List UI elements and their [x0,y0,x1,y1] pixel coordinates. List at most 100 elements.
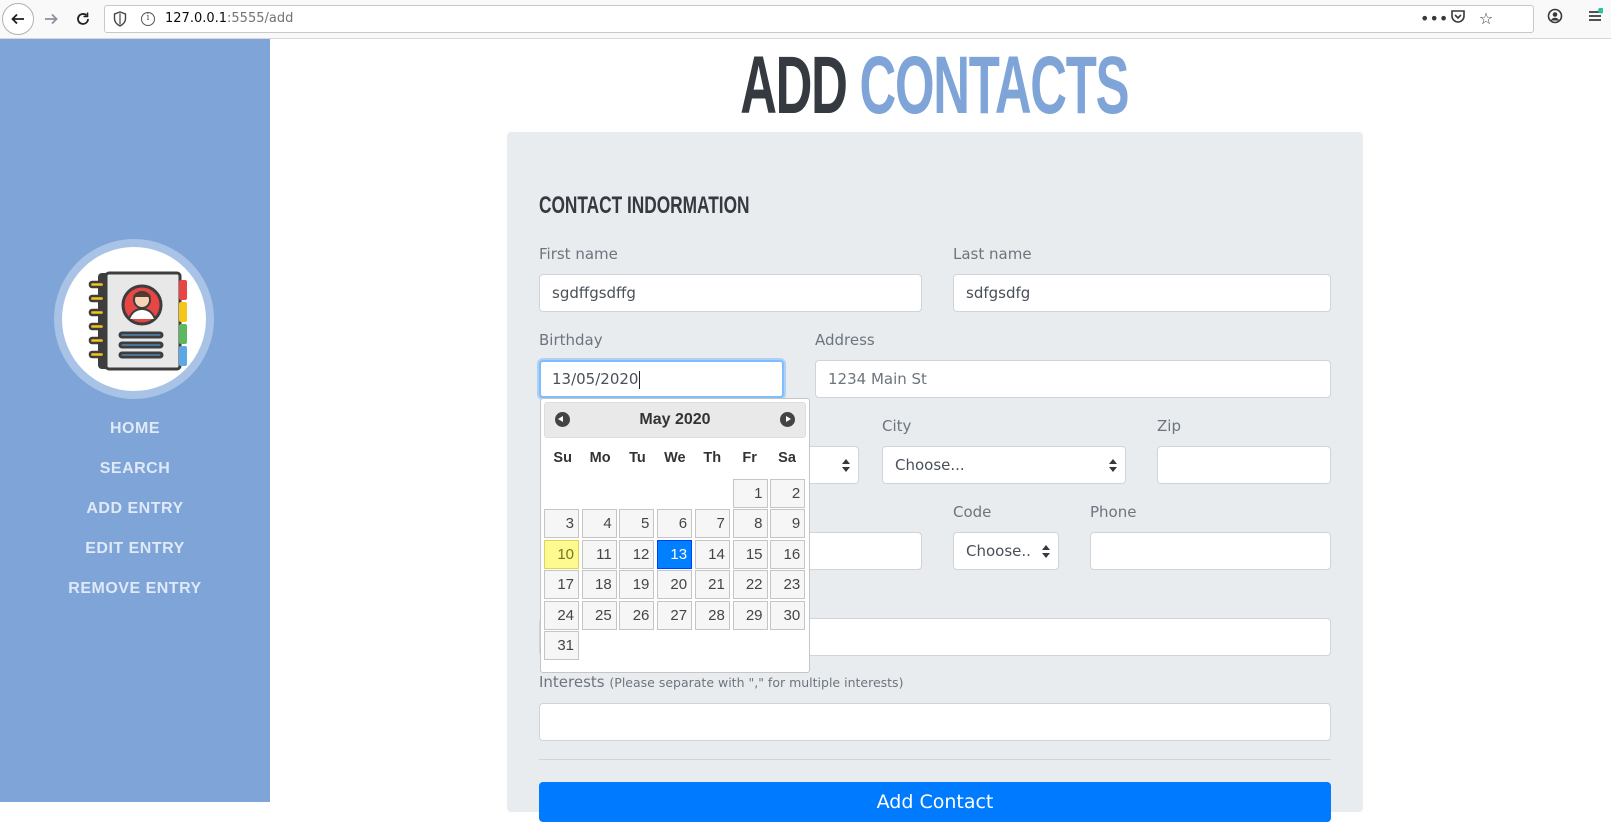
page-title-part2: CONTACTS [859,40,1130,131]
select-arrow-icon [842,459,850,473]
add-contact-button[interactable]: Add Contact [539,782,1331,822]
datepicker-day[interactable]: 5 [619,509,655,539]
first-name-field[interactable]: sgdffgsdffg [539,274,922,312]
next-month-icon[interactable] [780,412,795,427]
address-field[interactable]: 1234 Main St [815,360,1331,398]
zip-label: Zip [1157,417,1181,435]
last-name-field[interactable]: sdfgsdfg [953,274,1331,312]
account-icon[interactable] [1544,8,1566,30]
first-name-label: First name [539,245,618,263]
datepicker: May 2020 Su Mo Tu We Th Fr Sa 1 2 3 4 5 6 7 8 9 10 11 12 1… [540,398,810,673]
phone-field[interactable] [1090,532,1331,570]
page-title-part1: ADD [740,40,848,131]
weekday-header: Sa [778,450,796,466]
text-caret [639,370,641,389]
weekday-header: Th [703,450,722,466]
datepicker-header: May 2020 [544,402,806,438]
datepicker-day[interactable]: 12 [619,539,655,569]
url-host: 127.0.0.1 [165,11,228,26]
datepicker-day[interactable]: 28 [694,600,730,630]
pocket-icon[interactable] [1447,8,1469,30]
url-text[interactable]: 127.0.0.1:5555/add [165,11,293,26]
datepicker-month-label: May 2020 [639,411,711,428]
phone-label: Phone [1090,503,1137,521]
reload-icon [77,12,89,25]
weekday-header: We [664,450,686,466]
datepicker-day[interactable]: 11 [581,539,617,569]
weekday-header: Su [553,450,572,466]
datepicker-day[interactable]: 25 [581,600,617,630]
url-bar[interactable]: i 127.0.0.1:5555/add [104,5,1534,33]
address-label: Address [815,331,875,349]
datepicker-day[interactable]: 7 [694,509,730,539]
interests-hint: (Please separate with "," for multiple i… [609,675,904,690]
reload-button[interactable] [68,4,98,34]
birthday-field[interactable]: 13/05/2020 [539,360,784,398]
datepicker-day-selected[interactable]: 13 [657,539,693,569]
divider [539,759,1331,760]
logo [54,239,214,399]
interests-label: Interests (Please separate with "," for … [539,673,903,691]
page-title: ADD CONTACTS [522,40,1347,132]
datepicker-day[interactable]: 17 [544,570,579,600]
datepicker-day[interactable]: 20 [657,570,693,600]
sidebar-item-remove-entry[interactable]: REMOVE ENTRY [0,569,270,609]
back-button[interactable] [2,3,34,35]
datepicker-day[interactable]: 31 [544,631,579,660]
address-book-icon [88,271,187,371]
last-name-label: Last name [953,245,1032,263]
datepicker-day[interactable]: 16 [770,539,806,569]
menu-hamburger-icon[interactable] [1584,7,1606,30]
site-info-icon[interactable]: i [141,12,155,26]
birthday-value: 13/05/2020 [552,370,639,388]
url-path: :5555/add [227,11,294,26]
datepicker-day[interactable]: 9 [770,509,806,539]
datepicker-day-today[interactable]: 10 [544,539,579,569]
tracking-shield-icon[interactable] [113,11,127,27]
birthday-label: Birthday [539,331,603,349]
sidebar-menu: HOME SEARCH ADD ENTRY EDIT ENTRY REMOVE … [0,409,270,609]
sidebar-item-add-entry[interactable]: ADD ENTRY [0,489,270,529]
datepicker-day[interactable]: 24 [544,600,579,630]
datepicker-day[interactable]: 4 [581,509,617,539]
bookmark-star-icon[interactable]: ☆ [1475,8,1497,30]
sidebar-item-home[interactable]: HOME [0,409,270,449]
city-select[interactable]: Choose... [882,446,1126,484]
datepicker-day[interactable]: 26 [619,600,655,630]
datepicker-day[interactable]: 23 [770,570,806,600]
datepicker-day[interactable]: 6 [657,509,693,539]
datepicker-day[interactable]: 18 [581,570,617,600]
datepicker-day[interactable]: 15 [732,539,768,569]
datepicker-day[interactable]: 1 [732,479,768,508]
interests-field[interactable] [539,703,1331,741]
select-arrow-icon [1109,459,1117,473]
datepicker-day[interactable]: 27 [657,600,693,630]
datepicker-weekdays: Su Mo Tu We Th Fr Sa [544,441,806,475]
datepicker-day[interactable]: 21 [694,570,730,600]
section-title: CONTACT INDORMATION [539,192,750,219]
code-select[interactable]: Choose.. [953,532,1059,570]
datepicker-day[interactable]: 8 [732,509,768,539]
datepicker-day[interactable]: 3 [544,509,579,539]
weekday-header: Mo [589,450,611,466]
sidebar-item-search[interactable]: SEARCH [0,449,270,489]
sidebar-item-edit-entry[interactable]: EDIT ENTRY [0,529,270,569]
datepicker-day[interactable]: 22 [732,570,768,600]
page-actions-icon[interactable]: ••• [1420,8,1448,30]
city-label: City [882,417,912,435]
datepicker-day[interactable]: 30 [770,600,806,630]
interests-label-text: Interests [539,673,605,691]
arrow-right-icon [45,13,58,25]
datepicker-day[interactable]: 2 [770,479,806,508]
datepicker-day[interactable]: 19 [619,570,655,600]
datepicker-day[interactable]: 29 [732,600,768,630]
forward-button[interactable] [36,4,66,34]
code-select-value: Choose.. [966,542,1031,560]
arrow-left-icon [11,13,24,25]
zip-field[interactable] [1157,446,1331,484]
sidebar: HOME SEARCH ADD ENTRY EDIT ENTRY REMOVE … [0,39,270,802]
code-label: Code [953,503,992,521]
weekday-header: Tu [629,450,646,466]
city-select-value: Choose... [895,456,965,474]
datepicker-day[interactable]: 14 [694,539,730,569]
